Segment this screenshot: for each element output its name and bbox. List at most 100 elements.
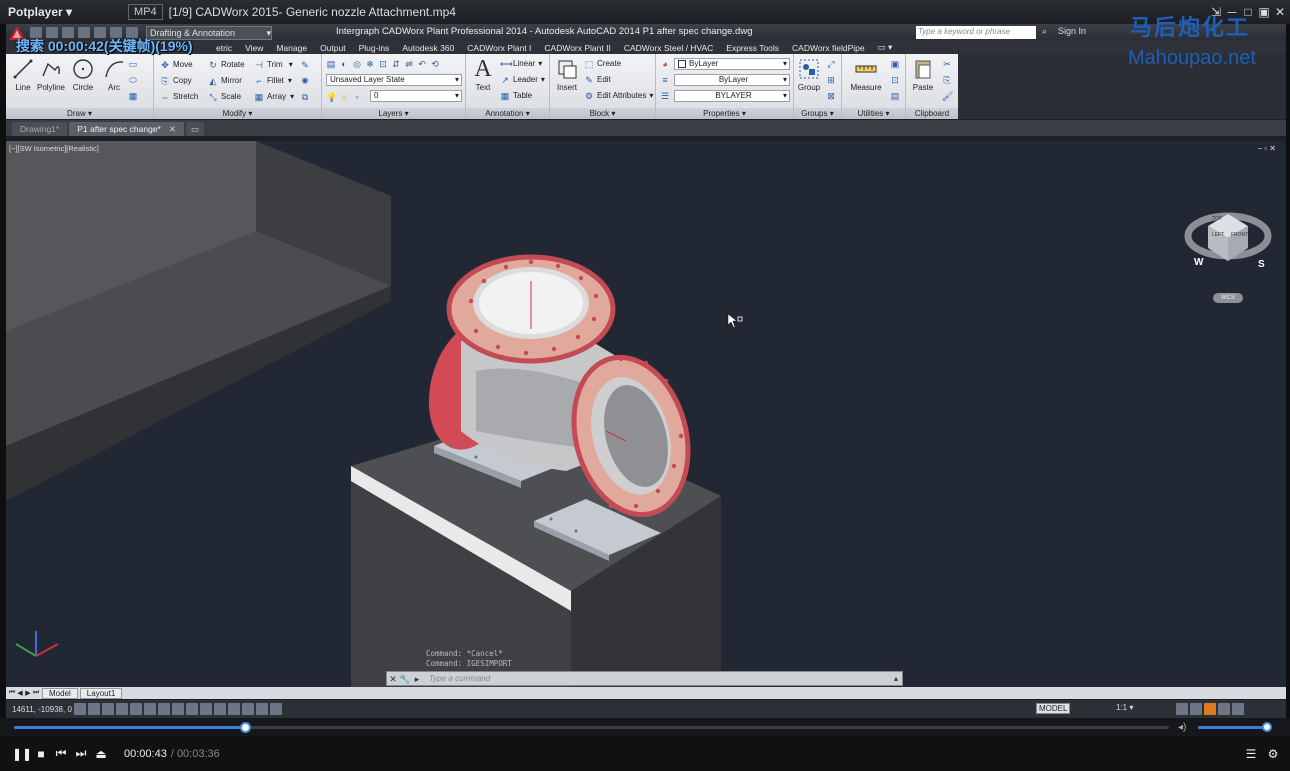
layer-walk-icon[interactable]: ⇌ [404, 59, 414, 69]
match-properties-icon[interactable]: ◕ [660, 57, 673, 70]
layer-isolate-icon[interactable]: ◎ [352, 59, 362, 69]
polar-icon[interactable] [130, 703, 142, 715]
modify-panel-title[interactable]: Modify ▾ [154, 108, 321, 119]
draw-panel-title[interactable]: Draw ▾ [6, 108, 153, 119]
erase-button[interactable]: ✎ [300, 58, 313, 71]
create-block-button[interactable]: ⬚ Create [584, 57, 621, 70]
mirror-button[interactable]: ◭ Mirror [208, 74, 242, 87]
linetype-select[interactable]: ByLayer [674, 74, 790, 86]
lock-icon[interactable] [1190, 703, 1202, 715]
dyn-icon[interactable] [200, 703, 212, 715]
layers-panel-title[interactable]: Layers ▾ [322, 108, 465, 119]
menu-item[interactable]: CADWorx fieldPipe [792, 43, 865, 53]
hatch-button[interactable]: ⬭ [128, 73, 141, 86]
clean-screen-icon[interactable] [1232, 703, 1244, 715]
rectangle-button[interactable]: ▭ [128, 57, 141, 70]
close-icon[interactable]: ✕ [169, 124, 176, 134]
edit-block-button[interactable]: ✎ Edit [584, 73, 611, 86]
compass-west[interactable]: W [1194, 257, 1203, 268]
chevron-up-icon[interactable]: ▴ [894, 674, 898, 683]
binoculars-icon[interactable]: ⌕ [1042, 26, 1047, 37]
menu-item[interactable]: Plug-ins [359, 43, 390, 53]
offset-button[interactable]: ⧉ [300, 90, 313, 103]
linear-button[interactable]: ⟷ Linear ▾ [500, 57, 542, 70]
explode-button[interactable]: ✺ [300, 74, 313, 87]
properties-panel-title[interactable]: Properties ▾ [656, 108, 793, 119]
fillet-button[interactable]: ⌐ Fillet ▾ [254, 74, 292, 87]
layer-state-select[interactable]: Unsaved Layer State [326, 74, 462, 86]
compass-south[interactable]: S [1258, 259, 1265, 270]
grid-icon[interactable] [102, 703, 114, 715]
polyline-button[interactable]: Polyline [36, 57, 66, 92]
hardware-acceleration-icon[interactable] [1204, 703, 1216, 715]
lwt-icon[interactable] [214, 703, 226, 715]
volume-slider[interactable] [1198, 726, 1266, 729]
help-search-input[interactable]: Type a keyword or phrase [916, 26, 1036, 39]
menu-item[interactable]: Express Tools [726, 43, 779, 53]
wrench-icon[interactable]: 🔧 [399, 673, 411, 685]
tab-model[interactable]: Model [42, 687, 78, 699]
ribbon-toggle-icon[interactable]: ▭ ▾ [878, 42, 893, 53]
layer-properties-icon[interactable]: ▤ [326, 59, 336, 69]
volume-thumb[interactable] [1262, 722, 1272, 732]
lineweight-select[interactable]: BYLAYER [674, 90, 790, 102]
array-button[interactable]: ▦ Array ▾ [254, 90, 294, 103]
scale-button[interactable]: ⤡ Scale [208, 90, 241, 103]
settings-gear-icon[interactable]: ⚙ [1264, 747, 1282, 761]
volume-icon[interactable]: ◂) [1178, 722, 1186, 733]
first-tab-icon[interactable]: ⏮ [8, 689, 16, 697]
group-edit-icon[interactable]: ⊞ [826, 73, 839, 86]
layer-freeze-icon[interactable]: ❄ [365, 59, 375, 69]
paste-button[interactable]: Paste [908, 57, 938, 92]
previous-icon[interactable]: ⏮ [52, 746, 70, 761]
line-button[interactable]: Line [8, 57, 38, 92]
close-icon[interactable]: ✕ [1272, 4, 1288, 20]
infer-constraints-icon[interactable] [74, 703, 86, 715]
viewcube-top[interactable]: TOP [1212, 216, 1222, 222]
layer-lock-icon[interactable]: ⊡ [378, 59, 388, 69]
layer-off-icon[interactable]: ◐ [339, 59, 349, 69]
clipboard-panel-title[interactable]: Clipboard [906, 108, 958, 119]
annotation-scale-select[interactable]: 1:1 ▾ [1116, 703, 1133, 712]
player-menu-button[interactable]: Potplayer ▾ [0, 5, 78, 19]
tpy-icon[interactable] [228, 703, 240, 715]
isolate-objects-icon[interactable] [1218, 703, 1230, 715]
menu-item[interactable]: CADWorx Plant II [544, 43, 610, 53]
sc-icon[interactable] [256, 703, 268, 715]
ungroup-icon[interactable]: ⤢ [826, 57, 839, 70]
signin-link[interactable]: Sign In [1058, 26, 1086, 36]
playlist-icon[interactable]: ☰ [1242, 747, 1260, 761]
pause-icon[interactable]: ❚❚ [12, 747, 32, 761]
arc-button[interactable]: Arc [99, 57, 129, 92]
menu-item[interactable]: Output [320, 43, 346, 53]
qp-icon[interactable] [242, 703, 254, 715]
menu-item[interactable]: View [245, 43, 263, 53]
am-icon[interactable] [270, 703, 282, 715]
otrack-icon[interactable] [172, 703, 184, 715]
stop-icon[interactable]: ■ [32, 747, 50, 761]
utilities-panel-title[interactable]: Utilities ▾ [842, 108, 905, 119]
tab-layout1[interactable]: Layout1 [79, 687, 123, 699]
calculator-icon[interactable]: ▤ [890, 89, 903, 102]
command-input[interactable]: Type a command [429, 674, 490, 683]
new-tab-icon[interactable]: ▭ [185, 122, 205, 136]
menu-item[interactable]: Autodesk 360 [402, 43, 454, 53]
group-select-icon[interactable]: ⊠ [826, 89, 839, 102]
ducs-icon[interactable] [186, 703, 198, 715]
model-viewport[interactable]: [−][SW Isometric][Realistic] − ▫ ✕ TOP L… [6, 141, 1286, 687]
select-all-icon[interactable]: ⊡ [890, 73, 903, 86]
annotation-panel-title[interactable]: Annotation ▾ [466, 108, 549, 119]
tab-p1-after-spec-change[interactable]: P1 after spec change* ✕ [69, 122, 184, 136]
menu-item[interactable]: CADWorx Plant I [467, 43, 531, 53]
tab-drawing1[interactable]: Drawing1* [12, 122, 68, 136]
viewcube-front[interactable]: FRONT [1231, 232, 1248, 238]
osnap-icon[interactable] [144, 703, 156, 715]
menu-item[interactable]: CADWorx Steel / HVAC [624, 43, 713, 53]
command-prompt-icon[interactable]: ▸ [411, 673, 423, 685]
fullscreen-icon[interactable]: ▣ [1256, 4, 1272, 20]
group-button[interactable]: Group [794, 57, 824, 92]
viewcube-left[interactable]: LEFT [1212, 232, 1224, 238]
ortho-icon[interactable] [116, 703, 128, 715]
color-select[interactable]: ByLayer [674, 58, 790, 70]
eject-icon[interactable]: ⏏ [92, 747, 110, 761]
